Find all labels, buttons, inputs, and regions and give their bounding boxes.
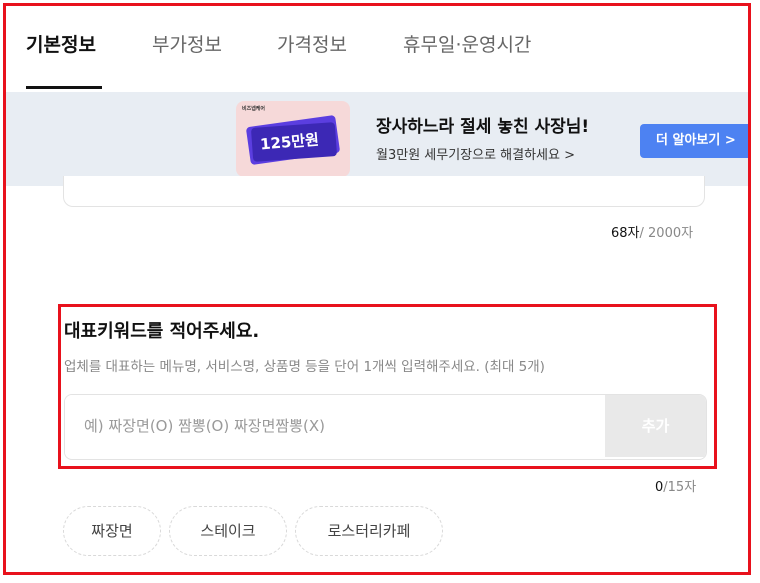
keyword-input-row: 추가 xyxy=(64,394,707,460)
banner-thumb-brand: 비즈넵케어 xyxy=(242,106,266,112)
keyword-title: 대표키워드를 적어주세요. xyxy=(64,321,260,342)
keyword-count-total: /15자 xyxy=(663,480,697,495)
learn-more-button[interactable]: 더 알아보기 > xyxy=(640,124,748,158)
tab-holiday-hours[interactable]: 휴무일·운영시간 xyxy=(403,30,531,57)
keyword-suggestion-chip[interactable]: 스테이크 xyxy=(169,506,287,556)
banner-title: 장사하느라 절세 놓친 사장님! xyxy=(376,117,590,137)
description-char-count: 68자/ 2000자 xyxy=(611,222,693,241)
active-tab-indicator xyxy=(26,86,102,89)
tab-basic-info[interactable]: 기본정보 xyxy=(26,30,96,57)
add-keyword-button[interactable]: 추가 xyxy=(605,395,706,457)
keyword-description: 업체를 대표하는 메뉴명, 서비스명, 상품명 등을 단어 1개씩 입력해주세요… xyxy=(64,359,545,375)
highlight-frame-outer: 기본정보 부가정보 가격정보 휴무일·운영시간 비즈넵케어 125만원 장사하느… xyxy=(3,3,751,575)
banner-thumbnail: 비즈넵케어 125만원 xyxy=(236,101,350,177)
tab-bar: 기본정보 부가정보 가격정보 휴무일·운영시간 xyxy=(6,6,748,93)
keyword-suggestion-chip[interactable]: 짜장면 xyxy=(63,506,161,556)
description-textarea[interactable] xyxy=(63,176,705,207)
keyword-char-count: 0/15자 xyxy=(655,476,696,495)
ad-banner[interactable]: 비즈넵케어 125만원 장사하느라 절세 놓친 사장님! 월3만원 세무기장으로… xyxy=(6,92,748,186)
tab-additional-info[interactable]: 부가정보 xyxy=(152,30,222,57)
keyword-suggestion-chip[interactable]: 로스터리카페 xyxy=(295,506,443,556)
description-count-total: / 2000자 xyxy=(639,226,694,241)
tab-price-info[interactable]: 가격정보 xyxy=(277,30,347,57)
keyword-input[interactable] xyxy=(65,395,605,457)
keyword-section-highlight: 대표키워드를 적어주세요. 업체를 대표하는 메뉴명, 서비스명, 상품명 등을… xyxy=(58,304,717,469)
description-count-current: 68자 xyxy=(611,226,640,241)
banner-subtitle-link[interactable]: 월3만원 세무기장으로 해결하세요 > xyxy=(376,144,575,163)
